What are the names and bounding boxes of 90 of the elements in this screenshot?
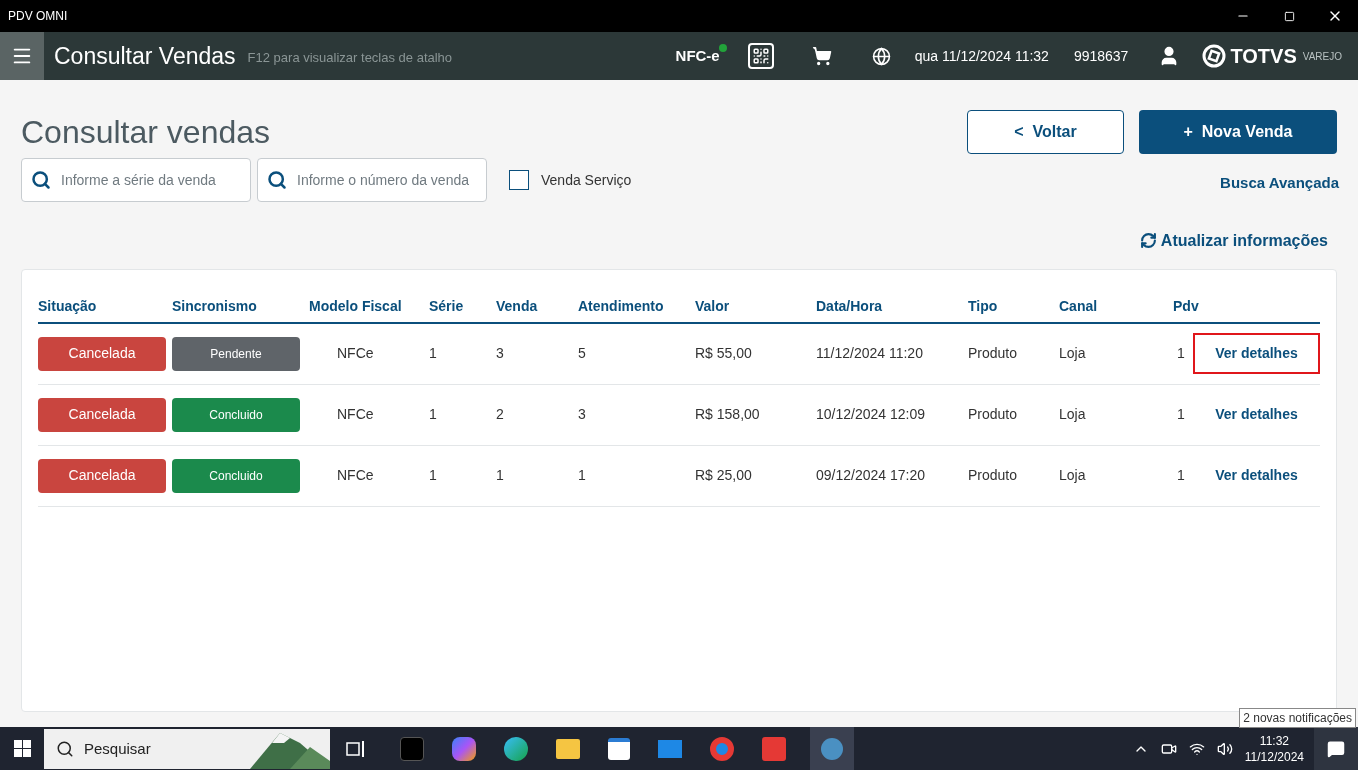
cart-button[interactable] xyxy=(811,46,832,66)
table-cell: 3 xyxy=(496,345,504,361)
series-search-field[interactable]: Informe a série da venda xyxy=(21,158,251,202)
colorful-app-icon[interactable] xyxy=(452,736,476,761)
status-badge: Cancelada xyxy=(38,458,166,493)
windows-logo-icon xyxy=(13,740,31,757)
search-icon xyxy=(31,170,51,190)
details-link[interactable]: Ver detalhes xyxy=(1193,333,1320,374)
page-title: Consultar vendas xyxy=(21,113,272,152)
details-link[interactable]: Ver detalhes xyxy=(1193,455,1320,496)
column-header: Modelo Fiscal xyxy=(309,297,402,314)
clock-date: 11/12/2024 xyxy=(1244,748,1304,765)
table-cell: R$ 158,00 xyxy=(695,406,760,422)
brand-name: TOTVS xyxy=(1230,44,1297,69)
brand-subtitle: VAREJO xyxy=(1302,49,1342,64)
table-cell: 2 xyxy=(496,406,504,422)
table-cell: 10/12/2024 12:09 xyxy=(816,406,925,422)
globe-button[interactable] xyxy=(871,46,891,66)
volume-icon[interactable] xyxy=(1216,740,1233,757)
column-header: Data/Hora xyxy=(816,297,883,314)
nfce-status: NFC-e xyxy=(675,47,720,64)
taskbar-search-field[interactable]: Pesquisar xyxy=(44,728,250,769)
brand-logo-icon xyxy=(1202,44,1227,68)
table-cell: 1 xyxy=(1177,467,1185,483)
qr-code-icon xyxy=(751,47,770,65)
table-cell: 11/12/2024 11:20 xyxy=(816,345,923,361)
table-cell: NFCe xyxy=(337,345,374,361)
new-sale-button[interactable]: + Nova Venda xyxy=(1139,110,1337,154)
table-cell: 1 xyxy=(1177,345,1185,361)
table-cell: Loja xyxy=(1059,345,1086,361)
back-button[interactable]: < Voltar xyxy=(967,110,1124,154)
status-badge: Cancelada xyxy=(38,397,166,432)
table-cell: 09/12/2024 17:20 xyxy=(816,467,925,483)
refresh-button[interactable]: Atualizar informações xyxy=(1139,228,1328,253)
search-icon xyxy=(56,739,74,758)
table-cell: 1 xyxy=(1177,406,1185,422)
maximize-icon xyxy=(1283,10,1295,22)
qr-code-button[interactable] xyxy=(747,43,774,69)
mountain-icon xyxy=(250,728,330,769)
notifications-button[interactable] xyxy=(1314,727,1358,770)
menu-button[interactable] xyxy=(0,32,44,80)
window-title: PDV OMNI xyxy=(8,8,68,25)
table-cell: 1 xyxy=(496,467,504,483)
number-search-field[interactable]: Informe o número da venda xyxy=(257,158,487,202)
details-link[interactable]: Ver detalhes xyxy=(1193,394,1320,435)
refresh-icon xyxy=(1139,232,1157,249)
table-cell: 1 xyxy=(429,406,437,422)
table-cell: NFCe xyxy=(337,406,374,422)
table-cell: 5 xyxy=(578,345,586,361)
sync-badge: Concluido xyxy=(172,397,300,432)
shortcut-hint: F12 para visualizar teclas de atalho xyxy=(247,49,453,68)
table-cell: R$ 55,00 xyxy=(695,345,752,361)
sync-badge: Concluido xyxy=(172,458,300,493)
checkbox-label: Venda Serviço xyxy=(541,170,632,190)
notification-tooltip: 2 novas notificações xyxy=(1239,708,1356,728)
table-cell: 1 xyxy=(429,467,437,483)
active-app-icon[interactable] xyxy=(810,727,854,770)
notifications-icon xyxy=(1327,739,1345,758)
column-header: Canal xyxy=(1059,297,1098,314)
advanced-search-link[interactable]: Busca Avançada xyxy=(1220,172,1339,195)
operator-code: 9918637 xyxy=(1073,46,1129,66)
table-cell: 1 xyxy=(429,345,437,361)
column-header: Pdv xyxy=(1173,297,1199,314)
column-header: Atendimento xyxy=(578,297,664,314)
search-icon xyxy=(267,170,287,190)
status-badge: Cancelada xyxy=(38,336,166,371)
sync-badge: Pendente xyxy=(172,336,300,371)
table-cell: Produto xyxy=(968,406,1018,422)
app-icon[interactable] xyxy=(762,736,786,761)
globe-icon xyxy=(871,46,891,66)
table-cell: Loja xyxy=(1059,467,1086,483)
table-cell: 1 xyxy=(578,467,586,483)
table-cell: R$ 25,00 xyxy=(695,467,752,483)
table-cell: NFCe xyxy=(337,467,374,483)
column-header: Valor xyxy=(695,297,730,314)
column-header: Venda xyxy=(496,297,538,314)
column-header: Situação xyxy=(38,297,97,314)
column-header: Sincronismo xyxy=(172,297,257,314)
service-checkbox[interactable] xyxy=(509,170,529,190)
table-cell: Produto xyxy=(968,467,1018,483)
column-header: Tipo xyxy=(968,297,998,314)
clock-time: 11:32 xyxy=(1259,732,1289,749)
table-cell: 3 xyxy=(578,406,586,422)
cart-icon xyxy=(811,46,832,66)
header-title: Consultar Vendas xyxy=(54,41,236,71)
date-time: qua 11/12/2024 11:32 xyxy=(914,46,1049,66)
table-cell: Produto xyxy=(968,345,1018,361)
table-cell: Loja xyxy=(1059,406,1086,422)
column-header: Série xyxy=(429,297,464,314)
task-view-icon[interactable] xyxy=(346,739,366,758)
